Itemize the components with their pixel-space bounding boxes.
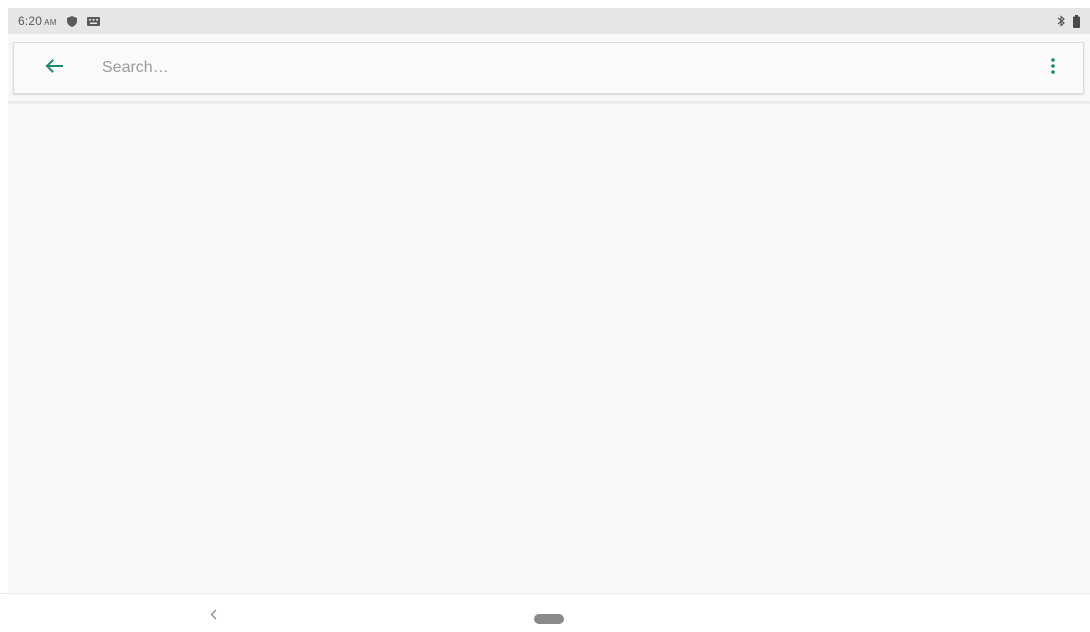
header-divider bbox=[8, 101, 1090, 104]
search-bar bbox=[13, 42, 1084, 94]
battery-icon bbox=[1073, 14, 1080, 28]
keyboard-icon bbox=[86, 16, 100, 26]
nav-home-button[interactable] bbox=[534, 614, 564, 624]
search-input[interactable] bbox=[100, 49, 1035, 87]
bluetooth-icon bbox=[1057, 15, 1065, 27]
chevron-left-icon bbox=[210, 607, 217, 625]
more-options-button[interactable] bbox=[1035, 46, 1071, 90]
arrow-left-icon bbox=[45, 58, 63, 78]
status-time: 6:20 AM bbox=[18, 14, 57, 28]
shield-icon bbox=[66, 15, 77, 27]
more-vertical-icon bbox=[1051, 57, 1055, 79]
nav-back-button[interactable] bbox=[203, 606, 223, 626]
status-right-icons bbox=[1057, 14, 1080, 28]
status-bar: 6:20 AM bbox=[8, 8, 1090, 34]
content-area bbox=[8, 34, 1090, 593]
back-button[interactable] bbox=[32, 46, 76, 90]
screen: 6:20 AM bbox=[0, 0, 1090, 632]
status-time-ampm: AM bbox=[44, 18, 57, 27]
navigation-bar bbox=[0, 593, 1090, 632]
status-time-value: 6:20 bbox=[18, 14, 43, 28]
